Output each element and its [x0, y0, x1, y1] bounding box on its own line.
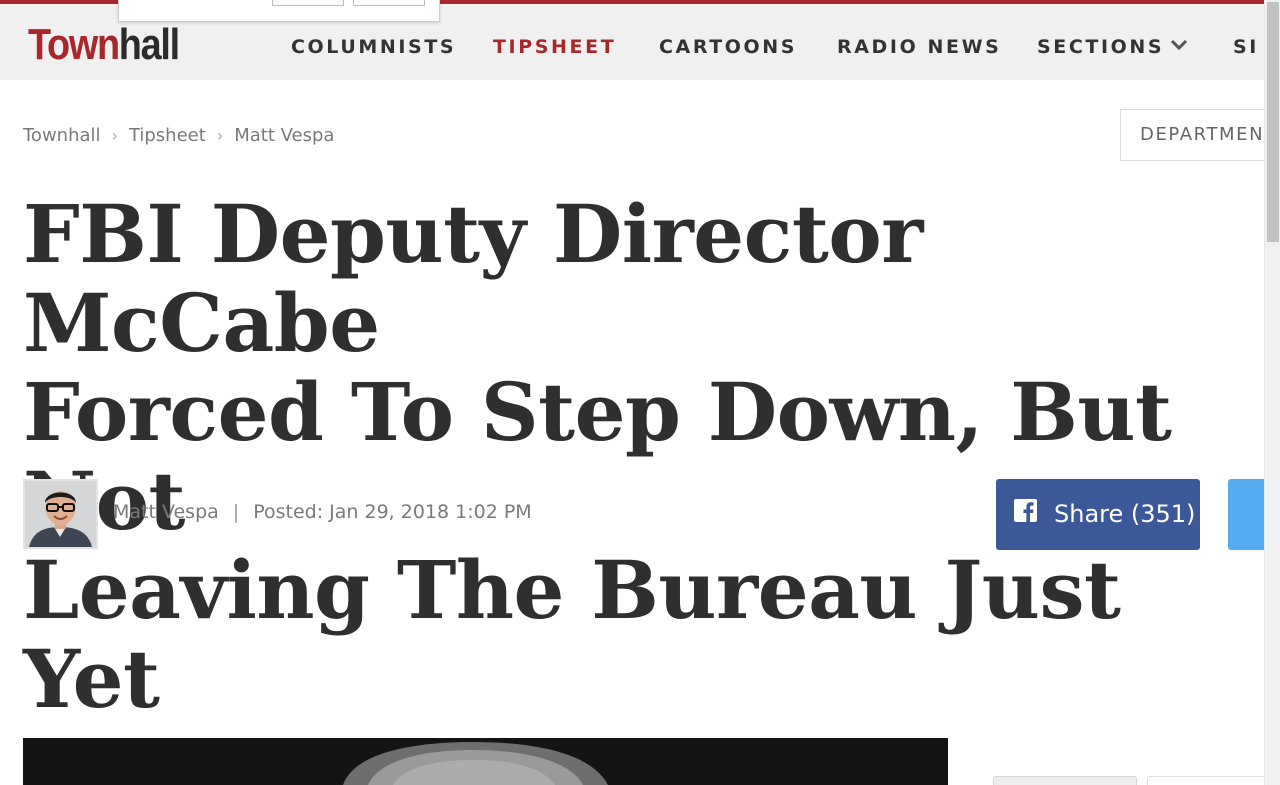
- popup-button-right[interactable]: [353, 0, 425, 6]
- breadcrumb-tipsheet[interactable]: Tipsheet: [129, 125, 206, 146]
- nav-tipsheet[interactable]: TIPSHEET: [493, 34, 616, 60]
- facebook-share-button[interactable]: Share (351): [996, 479, 1200, 550]
- facebook-share-label: Share (351): [1054, 500, 1196, 528]
- nav-site-truncated[interactable]: SI: [1233, 34, 1259, 60]
- nav-radio-news[interactable]: RADIO NEWS: [837, 34, 1001, 60]
- scrollbar-thumb[interactable]: [1267, 2, 1279, 242]
- posted-date: Posted: Jan 29, 2018 1:02 PM: [253, 501, 532, 523]
- nav-cartoons[interactable]: CARTOONS: [659, 34, 797, 60]
- breadcrumb: Townhall › Tipsheet › Matt Vespa: [23, 124, 334, 148]
- headline-line-1: FBI Deputy Director McCabe: [23, 187, 923, 370]
- twitter-share-button[interactable]: [1228, 479, 1268, 550]
- facebook-f-icon: [1014, 499, 1037, 522]
- author-name[interactable]: Matt Vespa: [113, 501, 219, 523]
- departments-button[interactable]: DEPARTMEN: [1120, 109, 1280, 161]
- breadcrumb-townhall[interactable]: Townhall: [23, 125, 101, 146]
- logo-hall: hall: [118, 20, 180, 69]
- breadcrumb-separator: ›: [216, 126, 224, 145]
- nav-sections[interactable]: SECTIONS: [1037, 34, 1188, 60]
- nav-columnists[interactable]: COLUMNISTS: [291, 34, 456, 60]
- article-byline: Matt Vespa | Posted: Jan 29, 2018 1:02 PM: [113, 500, 532, 524]
- breadcrumb-separator: ›: [111, 126, 118, 145]
- byline-divider: |: [232, 501, 240, 523]
- chevron-down-icon: [1171, 39, 1188, 50]
- article-headline: FBI Deputy Director McCabe Forced To Ste…: [23, 190, 1273, 724]
- breadcrumb-author[interactable]: Matt Vespa: [234, 125, 334, 146]
- sidebar-tab-1[interactable]: [993, 776, 1137, 785]
- popup-button-left[interactable]: [272, 0, 344, 6]
- browser-popup-overlay: [118, 0, 440, 22]
- author-avatar[interactable]: [23, 479, 98, 549]
- townhall-logo[interactable]: Townhall: [28, 20, 180, 69]
- nav-sections-label: SECTIONS: [1037, 36, 1165, 58]
- logo-town: Town: [28, 20, 120, 69]
- author-photo: [25, 481, 96, 547]
- article-hero-image: [23, 738, 948, 785]
- hero-photo: [23, 738, 948, 785]
- headline-line-3: Leaving The Bureau Just Yet: [23, 543, 1121, 726]
- page-scrollbar[interactable]: [1264, 0, 1280, 785]
- sidebar-tab-2[interactable]: [1147, 776, 1264, 785]
